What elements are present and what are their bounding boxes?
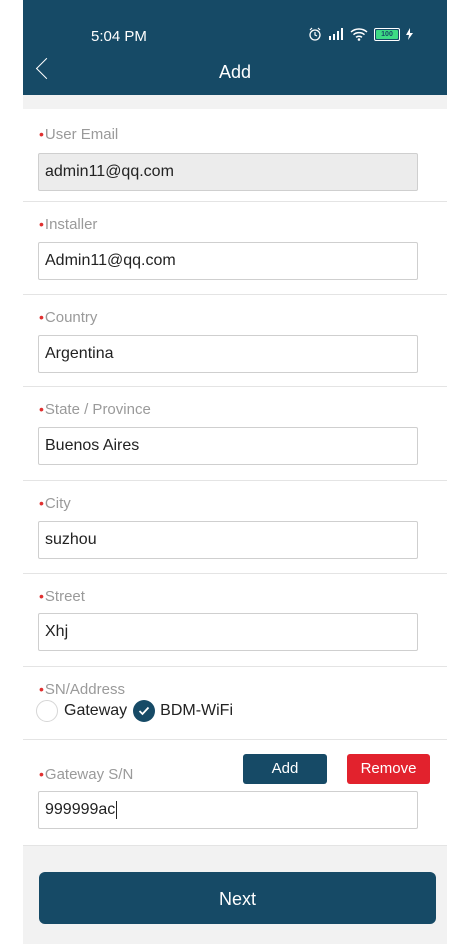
gateway-sn-input[interactable]: 999999ac: [38, 791, 418, 829]
status-icons: 100: [308, 27, 413, 41]
add-form: •User Email •Installer •Country •State /…: [23, 109, 447, 846]
required-mark: •: [39, 215, 44, 232]
radio-bdm-wifi-label: BDM-WiFi: [160, 702, 234, 719]
add-screen: 5:04 PM 100 Add •User Email •Installer •…: [23, 0, 447, 944]
gateway-sn-label: Gateway S/N: [44, 766, 134, 783]
remove-gateway-button[interactable]: Remove: [347, 754, 430, 784]
required-mark: •: [39, 765, 44, 782]
user-email-field: • User Email: [23, 109, 447, 202]
required-mark: •: [39, 400, 44, 417]
required-mark: •: [39, 308, 44, 325]
required-mark: •: [39, 680, 44, 697]
city-input[interactable]: [38, 521, 418, 559]
signal-icon: [329, 28, 343, 40]
country-input[interactable]: [38, 335, 418, 373]
next-button[interactable]: Next: [39, 872, 436, 924]
sn-address-label: SN/Address: [44, 681, 125, 698]
city-label: City: [44, 495, 71, 512]
radio-unchecked-icon: [36, 700, 58, 722]
gateway-sn-field: • Gateway S/N Add Remove 999999ac: [23, 740, 447, 846]
charging-icon: [406, 28, 413, 40]
user-email-input[interactable]: [38, 153, 418, 191]
required-mark: •: [39, 587, 44, 604]
add-gateway-button[interactable]: Add: [243, 754, 327, 784]
installer-field: • Installer: [23, 202, 447, 295]
street-label: Street: [44, 588, 85, 605]
gateway-sn-value: 999999ac: [45, 801, 116, 818]
radio-bdm-wifi[interactable]: BDM-WiFi: [127, 700, 233, 722]
required-mark: •: [39, 494, 44, 511]
state-field: • State / Province: [23, 387, 447, 481]
alarm-icon: [309, 27, 321, 41]
app-header: 5:04 PM 100 Add: [23, 0, 447, 95]
city-field: • City: [23, 481, 447, 574]
required-mark: •: [39, 125, 44, 142]
wifi-icon: [350, 27, 368, 41]
country-field: • Country: [23, 295, 447, 387]
installer-label: Installer: [44, 216, 98, 233]
radio-gateway[interactable]: Gateway: [36, 700, 127, 722]
state-input[interactable]: [38, 427, 418, 465]
text-caret: [116, 801, 118, 819]
sn-address-radio-group: Gateway BDM-WiFi: [36, 700, 431, 722]
installer-input[interactable]: [38, 242, 418, 280]
street-input[interactable]: [38, 613, 418, 651]
street-field: • Street: [23, 574, 447, 667]
battery-icon: 100: [374, 27, 400, 41]
sn-address-field: • SN/Address Gateway BDM-WiFi: [23, 667, 447, 740]
radio-checked-icon: [133, 700, 156, 722]
status-time: 5:04 PM: [91, 28, 147, 45]
country-label: Country: [44, 309, 98, 326]
page-title: Add: [218, 62, 252, 82]
state-label: State / Province: [44, 401, 151, 418]
radio-gateway-label: Gateway: [64, 702, 128, 719]
user-email-label: User Email: [44, 126, 119, 143]
